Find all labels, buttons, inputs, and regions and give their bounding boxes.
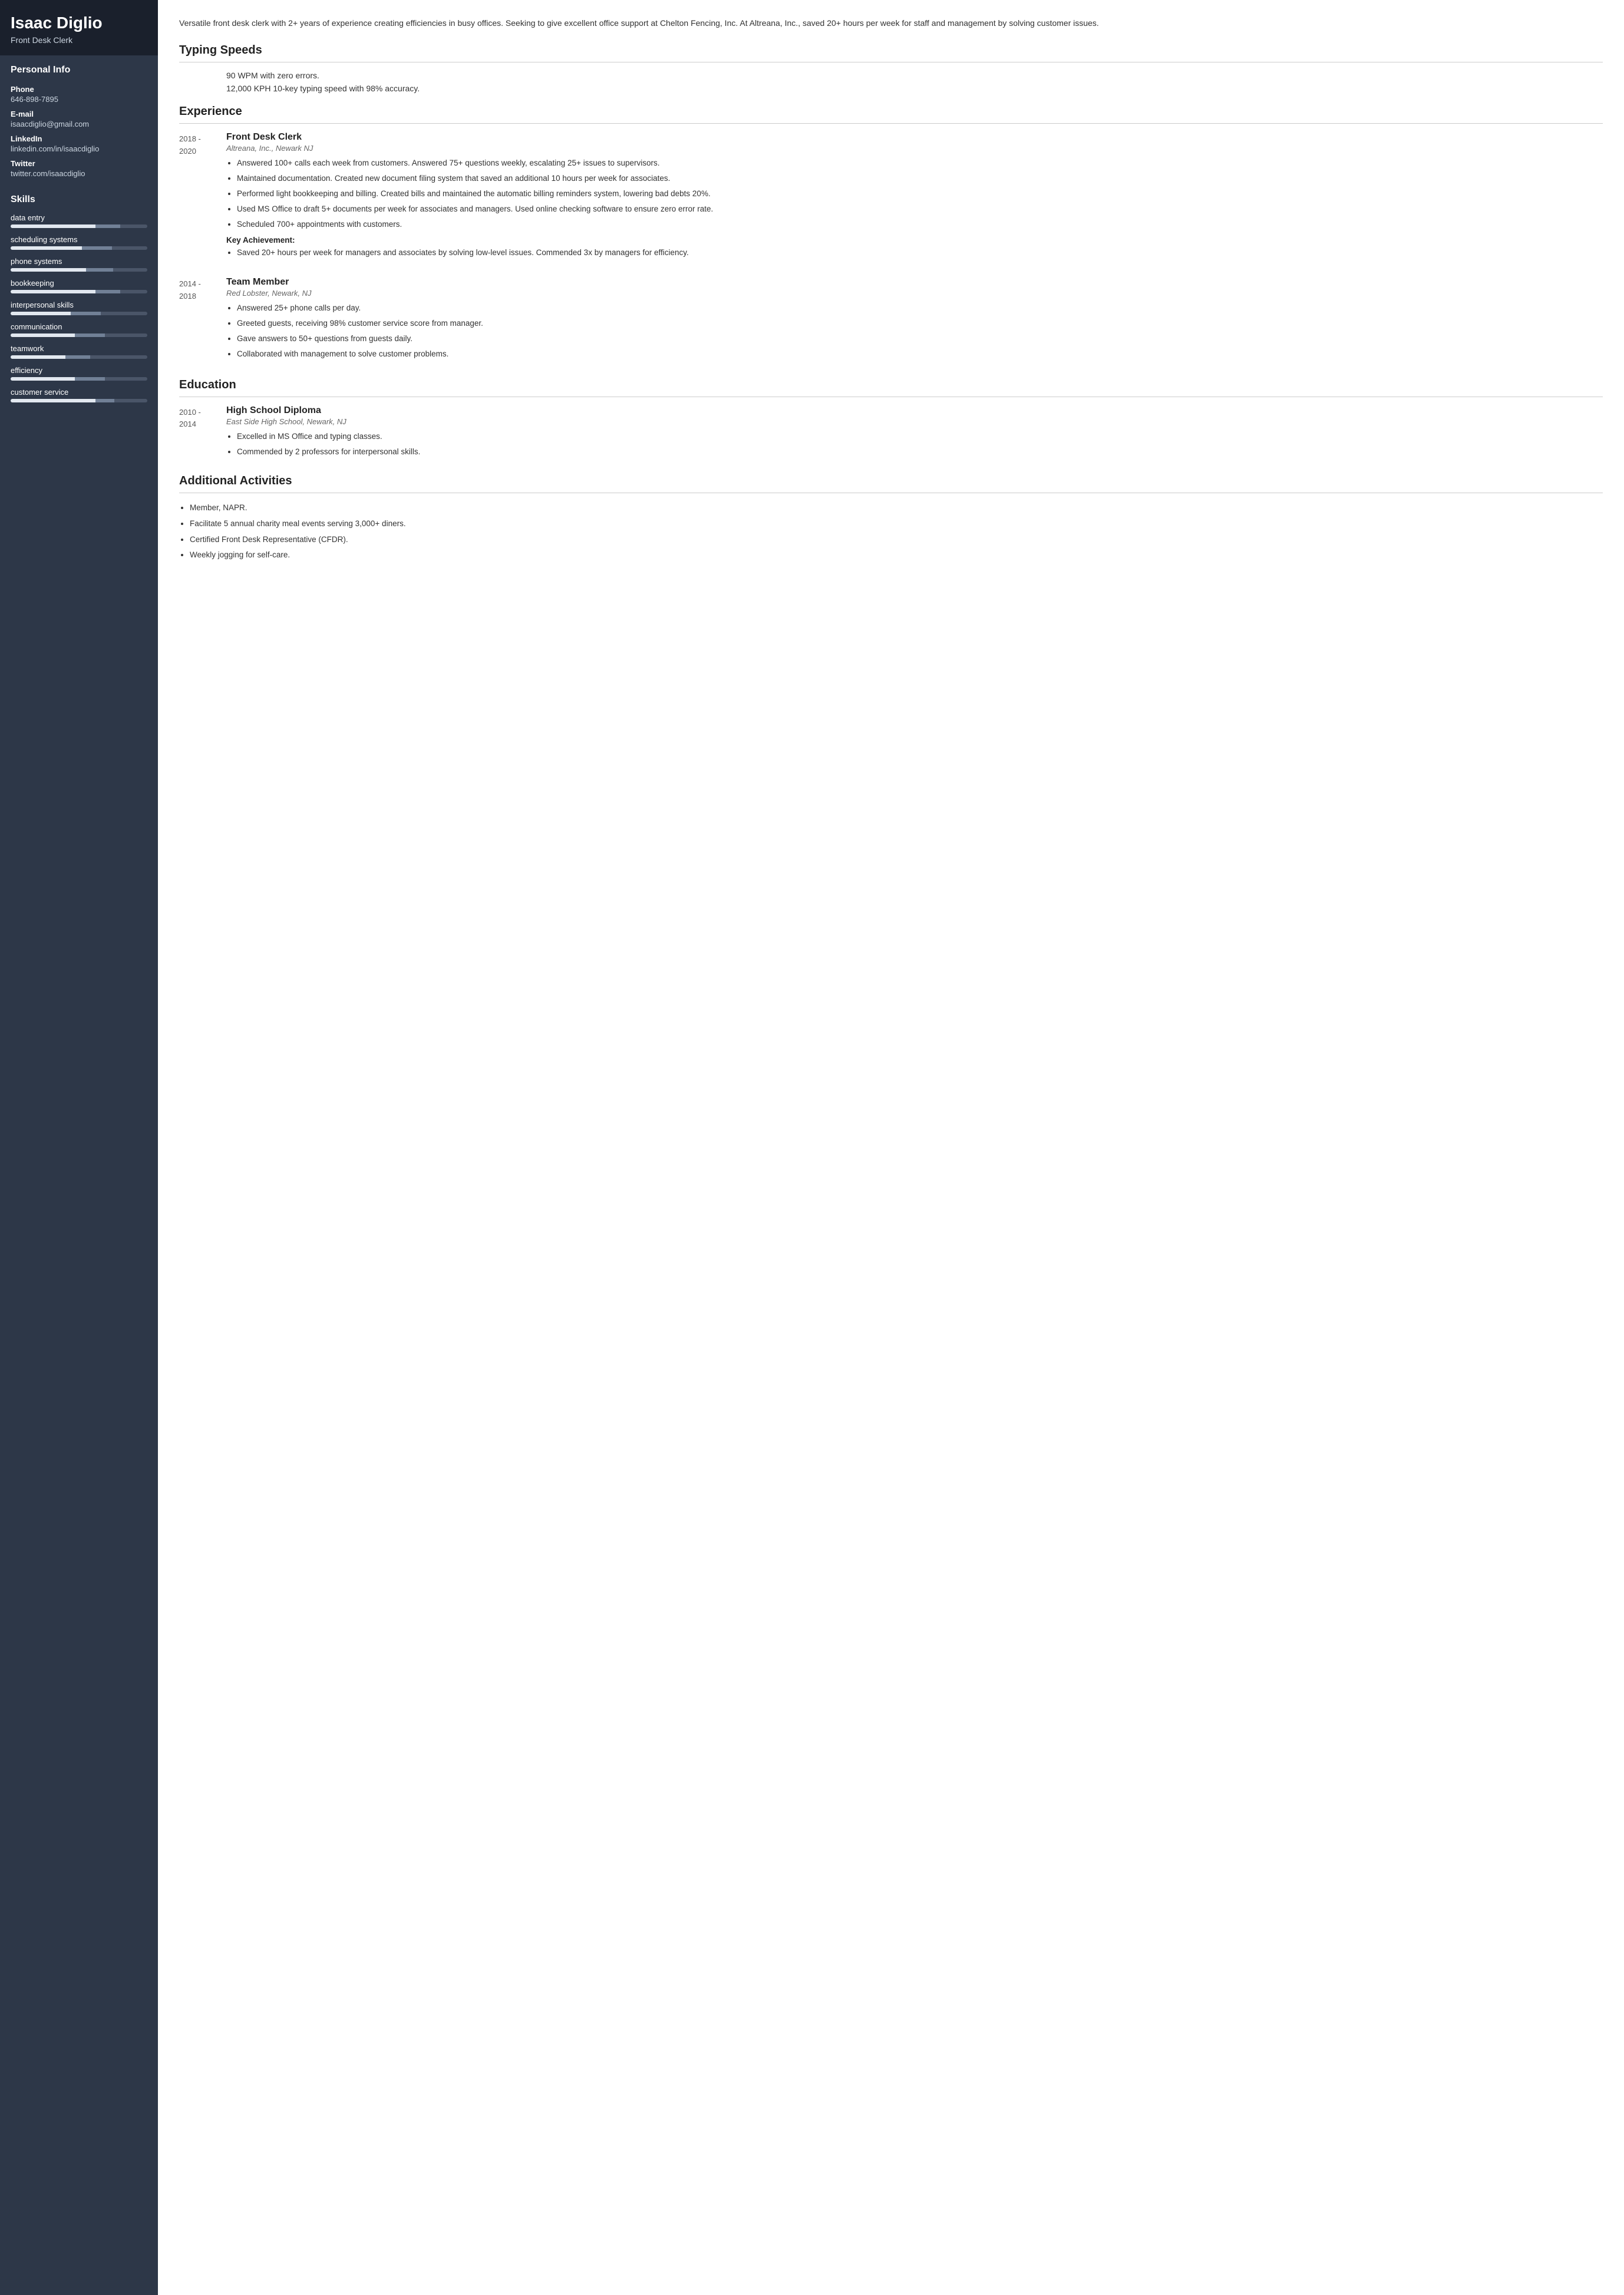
- exp-bullets: Answered 25+ phone calls per day. Greeted…: [226, 302, 1603, 361]
- activity-item: Weekly jogging for self-care.: [190, 549, 1603, 562]
- edu-bullet: Commended by 2 professors for interperso…: [237, 446, 1603, 458]
- activity-item: Facilitate 5 annual charity meal events …: [190, 517, 1603, 530]
- exp-job-title: Front Desk Clerk: [226, 132, 1603, 143]
- exp-bullet: Scheduled 700+ appointments with custome…: [237, 219, 1603, 231]
- exp-bullet: Performed light bookkeeping and billing.…: [237, 188, 1603, 200]
- exp-bullet: Used MS Office to draft 5+ documents per…: [237, 203, 1603, 216]
- linkedin-label: LinkedIn: [11, 134, 147, 143]
- personal-info-heading: Personal Info: [11, 65, 147, 78]
- exp-bullet: Collaborated with management to solve cu…: [237, 348, 1603, 361]
- skill-bar: [11, 333, 147, 337]
- experience-divider: [179, 123, 1603, 124]
- skills-section: Skills data entry scheduling systems phone…: [0, 185, 158, 414]
- edu-degree: High School Diploma: [226, 405, 1603, 416]
- typing-speeds-title: Typing Speeds: [179, 44, 1603, 57]
- skill-item: communication: [11, 322, 147, 337]
- skill-item: data entry: [11, 213, 147, 228]
- experience-entry: 2018 -2020Front Desk ClerkAltreana, Inc.…: [179, 132, 1603, 264]
- typing-speeds-list: 90 WPM with zero errors. 12,000 KPH 10-ke…: [179, 71, 1603, 93]
- exp-job-title: Team Member: [226, 277, 1603, 288]
- skill-item: customer service: [11, 388, 147, 402]
- exp-content: Front Desk ClerkAltreana, Inc., Newark N…: [226, 132, 1603, 264]
- twitter-label: Twitter: [11, 159, 147, 168]
- email-label: E-mail: [11, 110, 147, 118]
- sidebar-header: Isaac Diglio Front Desk Clerk: [0, 0, 158, 55]
- exp-bullet: Greeted guests, receiving 98% customer s…: [237, 318, 1603, 330]
- personal-info-section: Personal Info Phone 646-898-7895 E-mail …: [0, 55, 158, 185]
- skill-bar: [11, 224, 147, 228]
- skills-list: data entry scheduling systems phone system…: [11, 213, 147, 402]
- skill-bar: [11, 312, 147, 315]
- skill-bar: [11, 290, 147, 293]
- typing-speed-item: 90 WPM with zero errors.: [226, 71, 1603, 80]
- experience-entry: 2014 -2018Team MemberRed Lobster, Newark…: [179, 277, 1603, 365]
- email-value: isaacdiglio@gmail.com: [11, 120, 147, 128]
- exp-dates: 2018 -2020: [179, 132, 226, 264]
- skill-item: efficiency: [11, 366, 147, 381]
- exp-dates: 2014 -2018: [179, 277, 226, 365]
- experience-section: Experience 2018 -2020Front Desk ClerkAlt…: [179, 105, 1603, 365]
- skill-name: efficiency: [11, 366, 147, 375]
- exp-bullet: Answered 25+ phone calls per day.: [237, 302, 1603, 315]
- skill-bar: [11, 399, 147, 402]
- edu-bullet: Excelled in MS Office and typing classes…: [237, 431, 1603, 443]
- skill-name: teamwork: [11, 344, 147, 353]
- key-achievement-label: Key Achievement:: [226, 236, 1603, 245]
- exp-company: Red Lobster, Newark, NJ: [226, 289, 1603, 298]
- education-title: Education: [179, 378, 1603, 392]
- exp-bullets: Answered 100+ calls each week from custo…: [226, 157, 1603, 231]
- edu-dates: 2010 -2014: [179, 405, 226, 463]
- key-achievement-bullets: Saved 20+ hours per week for managers an…: [226, 247, 1603, 259]
- activity-item: Certified Front Desk Representative (CFD…: [190, 533, 1603, 546]
- edu-school: East Side High School, Newark, NJ: [226, 417, 1603, 426]
- activities-list: Member, NAPR. Facilitate 5 annual charity…: [179, 501, 1603, 561]
- skill-name: communication: [11, 322, 147, 331]
- candidate-title: Front Desk Clerk: [11, 35, 147, 45]
- key-achievement-bullet: Saved 20+ hours per week for managers an…: [237, 247, 1603, 259]
- skills-heading: Skills: [11, 194, 147, 205]
- typing-speeds-section: Typing Speeds 90 WPM with zero errors. 12…: [179, 44, 1603, 93]
- exp-bullet: Answered 100+ calls each week from custo…: [237, 157, 1603, 170]
- skill-bar: [11, 355, 147, 359]
- skill-bar: [11, 377, 147, 381]
- exp-content: Team MemberRed Lobster, Newark, NJ Answer…: [226, 277, 1603, 365]
- skill-item: interpersonal skills: [11, 301, 147, 315]
- phone-value: 646-898-7895: [11, 95, 147, 104]
- exp-bullet: Gave answers to 50+ questions from guest…: [237, 333, 1603, 345]
- sidebar: Isaac Diglio Front Desk Clerk Personal I…: [0, 0, 158, 2295]
- education-entry: 2010 -2014High School DiplomaEast Side H…: [179, 405, 1603, 463]
- main-content: Versatile front desk clerk with 2+ years…: [158, 0, 1624, 2295]
- edu-content: High School DiplomaEast Side High School…: [226, 405, 1603, 463]
- skill-name: phone systems: [11, 257, 147, 266]
- skill-name: customer service: [11, 388, 147, 397]
- skill-item: phone systems: [11, 257, 147, 272]
- twitter-value: twitter.com/isaacdiglio: [11, 169, 147, 178]
- typing-speed-item: 12,000 KPH 10-key typing speed with 98% …: [226, 84, 1603, 93]
- summary: Versatile front desk clerk with 2+ years…: [179, 16, 1603, 29]
- skill-name: scheduling systems: [11, 235, 147, 244]
- experience-title: Experience: [179, 105, 1603, 118]
- activities-section: Additional Activities Member, NAPR. Facil…: [179, 474, 1603, 561]
- skill-bar: [11, 268, 147, 272]
- education-list: 2010 -2014High School DiplomaEast Side H…: [179, 405, 1603, 463]
- skill-item: scheduling systems: [11, 235, 147, 250]
- activity-item: Member, NAPR.: [190, 501, 1603, 514]
- education-section: Education 2010 -2014High School DiplomaE…: [179, 378, 1603, 463]
- skill-bar: [11, 246, 147, 250]
- skill-item: teamwork: [11, 344, 147, 359]
- skill-name: data entry: [11, 213, 147, 222]
- candidate-name: Isaac Diglio: [11, 13, 147, 33]
- skill-item: bookkeeping: [11, 279, 147, 293]
- activities-title: Additional Activities: [179, 474, 1603, 488]
- edu-bullets: Excelled in MS Office and typing classes…: [226, 431, 1603, 458]
- linkedin-value: linkedin.com/in/isaacdiglio: [11, 144, 147, 153]
- skill-name: interpersonal skills: [11, 301, 147, 309]
- exp-bullet: Maintained documentation. Created new do…: [237, 173, 1603, 185]
- experience-list: 2018 -2020Front Desk ClerkAltreana, Inc.…: [179, 132, 1603, 365]
- exp-company: Altreana, Inc., Newark NJ: [226, 144, 1603, 153]
- skill-name: bookkeeping: [11, 279, 147, 288]
- phone-label: Phone: [11, 85, 147, 94]
